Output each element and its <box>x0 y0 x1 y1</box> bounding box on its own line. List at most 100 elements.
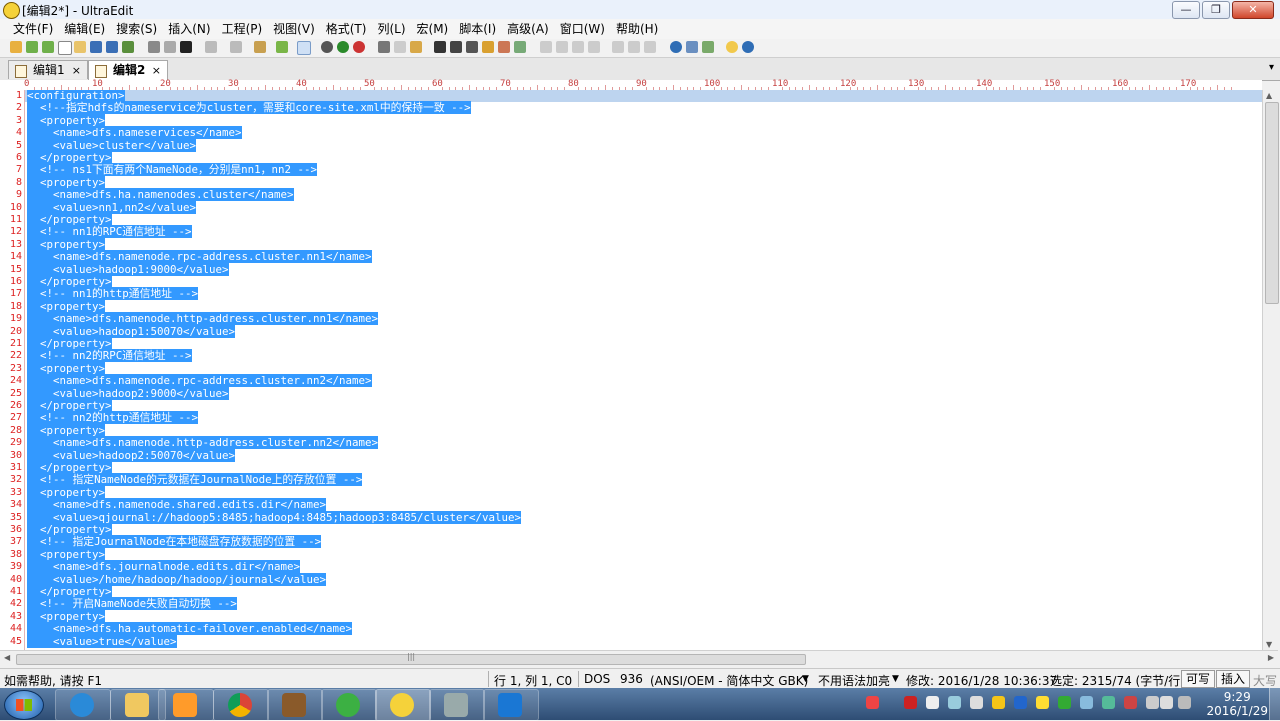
volume-icon[interactable] <box>1160 696 1173 709</box>
word-wrap-icon[interactable] <box>205 41 217 53</box>
print-preview-icon[interactable] <box>164 41 176 53</box>
tip-bulb-icon[interactable] <box>726 41 738 53</box>
tray-app-icon[interactable] <box>904 696 917 709</box>
code-line[interactable]: <!-- ns1下面有两个NameNode，分别是nn1，nn2 --> <box>27 163 317 177</box>
code-line[interactable]: <!-- 指定NameNode的元数据在JournalNode上的存放位置 --… <box>27 473 363 487</box>
help-icon[interactable] <box>742 41 754 53</box>
bluetooth-icon[interactable] <box>1014 696 1027 709</box>
hex-mode-icon[interactable] <box>297 41 311 55</box>
new-file-icon[interactable] <box>10 41 22 53</box>
tab-edit1[interactable]: 编辑1 × <box>8 60 88 79</box>
minimize-button[interactable]: — <box>1172 1 1200 19</box>
tray-app-icon[interactable] <box>1102 696 1115 709</box>
compare-icon[interactable] <box>702 41 714 53</box>
print-icon[interactable] <box>148 41 160 53</box>
taskbar-media-player[interactable] <box>158 689 214 721</box>
taskbar-archive[interactable] <box>267 689 323 721</box>
save-all-icon[interactable] <box>106 41 118 53</box>
taskbar-vm[interactable] <box>483 689 539 721</box>
show-desktop-button[interactable] <box>1269 688 1280 720</box>
status-writable[interactable]: 可写 <box>1181 670 1216 688</box>
open-folder-icon[interactable] <box>74 41 86 53</box>
code-line[interactable]: <name>dfs.namenode.http-address.cluster.… <box>27 436 379 450</box>
status-codepage[interactable]: 936 <box>620 672 643 686</box>
save-icon[interactable] <box>90 41 102 53</box>
scroll-up-icon[interactable]: ▲ <box>1266 91 1272 100</box>
web-browser-icon[interactable] <box>670 41 682 53</box>
tray-security-icon[interactable] <box>1036 696 1049 709</box>
taskbar-chrome[interactable] <box>213 689 269 721</box>
start-button[interactable] <box>4 690 44 720</box>
tray-network-icon[interactable] <box>948 696 961 709</box>
tray-app-icon[interactable] <box>1146 696 1159 709</box>
forward-arrow-icon[interactable] <box>42 41 54 53</box>
vertical-scroll-thumb[interactable] <box>1265 102 1279 304</box>
menu-project[interactable]: 工程(P) <box>217 19 269 39</box>
menu-view[interactable]: 视图(V) <box>268 19 321 39</box>
taskbar-browser[interactable] <box>321 689 377 721</box>
menu-edit[interactable]: 编辑(E) <box>59 19 111 39</box>
blank-document-icon[interactable] <box>58 41 72 55</box>
column-mode-icon[interactable] <box>230 41 242 53</box>
chevron-down-icon[interactable]: ▼ <box>802 674 809 684</box>
replace-icon[interactable] <box>466 41 478 53</box>
taskbar-ultraedit[interactable] <box>375 689 431 721</box>
close-button[interactable]: ✕ <box>1232 1 1274 19</box>
menu-advanced[interactable]: 高级(A) <box>502 19 555 39</box>
menu-help[interactable]: 帮助(H) <box>611 19 664 39</box>
code-line[interactable]: <name>dfs.namenode.shared.edits.dir</nam… <box>27 498 327 512</box>
paste-icon[interactable] <box>410 41 422 53</box>
code-line[interactable]: <name>dfs.ha.namenodes.cluster</name> <box>27 188 294 202</box>
cut-icon[interactable] <box>378 41 390 53</box>
back-arrow-icon[interactable] <box>26 41 38 53</box>
code-line[interactable]: <!--指定hdfs的nameservice为cluster，需要和core-s… <box>27 101 471 115</box>
find-next-icon[interactable] <box>450 41 462 53</box>
prev-icon[interactable] <box>321 41 333 53</box>
copy-icon[interactable] <box>394 41 406 53</box>
scroll-right-icon[interactable]: ▶ <box>1268 653 1274 662</box>
horizontal-scroll-thumb[interactable]: ||| <box>16 652 806 665</box>
shield-icon[interactable] <box>1058 696 1071 709</box>
find-in-files-icon[interactable] <box>482 41 494 53</box>
chevron-down-icon[interactable]: ▼ <box>892 674 899 684</box>
code-line[interactable]: <!-- 指定JournalNode在本地磁盘存放数据的位置 --> <box>27 535 322 549</box>
align-left-icon[interactable] <box>540 41 552 53</box>
menu-script[interactable]: 脚本(I) <box>454 19 502 39</box>
tab-close-icon[interactable]: × <box>152 61 161 80</box>
scroll-down-icon[interactable]: ▼ <box>1266 640 1272 649</box>
indent-icon[interactable] <box>612 41 624 53</box>
find-icon[interactable] <box>434 41 446 53</box>
tab-edit2[interactable]: 编辑2 × <box>88 60 168 81</box>
code-line[interactable]: <!-- nn1的RPC通信地址 --> <box>27 225 192 239</box>
comment-icon[interactable] <box>644 41 656 53</box>
spell-check-icon[interactable] <box>254 41 266 53</box>
maximize-button[interactable]: ❐ <box>1202 1 1230 19</box>
system-clock[interactable]: 9:29 2016/1/29 <box>1206 690 1268 718</box>
sogou-input-icon[interactable] <box>866 696 879 709</box>
save-as-icon[interactable] <box>122 41 134 53</box>
status-line-ending[interactable]: DOS <box>584 672 610 686</box>
horizontal-scrollbar[interactable]: ◀ ||| ▶ <box>0 650 1278 667</box>
status-syntax-highlight[interactable]: 不用语法加亮 <box>818 672 890 689</box>
menu-search[interactable]: 搜索(S) <box>111 19 163 39</box>
tab-close-icon[interactable]: × <box>72 61 81 80</box>
code-line[interactable]: <!-- nn1的http通信地址 --> <box>27 287 198 301</box>
code-line[interactable]: <!-- nn2的http通信地址 --> <box>27 411 198 425</box>
tray-app-icon[interactable] <box>926 696 939 709</box>
next-icon[interactable] <box>337 41 349 53</box>
code-line[interactable]: <!-- nn2的RPC通信地址 --> <box>27 349 192 363</box>
code-line[interactable]: <!-- 开启NameNode失败自动切换 --> <box>27 597 237 611</box>
menu-column[interactable]: 列(L) <box>372 19 411 39</box>
network-signal-icon[interactable] <box>1178 696 1191 709</box>
replace-in-files-icon[interactable] <box>498 41 510 53</box>
taskbar-ie[interactable] <box>55 689 111 721</box>
qq-icon[interactable] <box>992 696 1005 709</box>
stop-icon[interactable] <box>353 41 365 53</box>
menu-file[interactable]: 文件(F) <box>8 19 59 39</box>
font-icon[interactable] <box>180 41 192 53</box>
code-line[interactable]: <name>dfs.namenode.rpc-address.cluster.n… <box>27 374 372 388</box>
status-insert-mode[interactable]: 插入 <box>1216 670 1251 688</box>
justify-icon[interactable] <box>588 41 600 53</box>
menu-insert[interactable]: 插入(N) <box>163 19 216 39</box>
unindent-icon[interactable] <box>628 41 640 53</box>
